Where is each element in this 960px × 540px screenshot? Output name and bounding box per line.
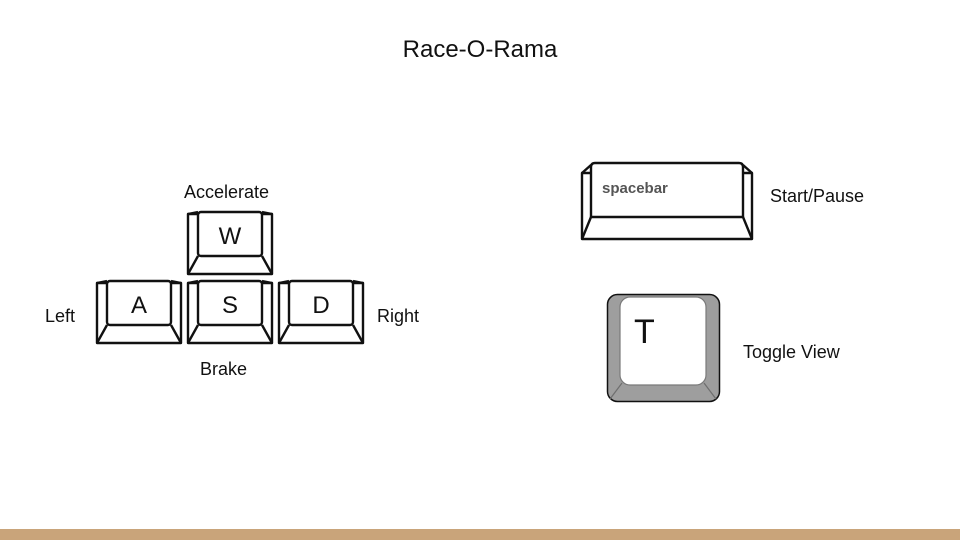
s-key-icon: S — [186, 279, 274, 345]
d-key-letter: D — [312, 292, 329, 319]
w-key-icon: W — [186, 210, 274, 276]
right-label: Right — [377, 306, 420, 326]
start-pause-label: Start/Pause — [770, 186, 865, 206]
brake-label: Brake — [200, 359, 248, 379]
toggle-view-label: Toggle View — [743, 342, 840, 362]
a-key-letter: A — [131, 292, 147, 319]
s-key-letter: S — [222, 292, 238, 319]
d-key-icon: D — [277, 279, 365, 345]
t-key-letter: T — [634, 313, 655, 351]
spacebar-key-icon: spacebar — [580, 161, 754, 241]
left-label: Left — [45, 306, 76, 326]
spacebar-key-text: spacebar — [602, 180, 668, 197]
t-key-icon: T — [606, 293, 721, 403]
accelerate-label: Accelerate — [184, 182, 270, 202]
w-key-letter: W — [219, 223, 242, 250]
a-key-icon: A — [95, 279, 183, 345]
page-title: Race-O-Rama — [402, 36, 558, 63]
bottom-accent-bar — [0, 529, 960, 540]
